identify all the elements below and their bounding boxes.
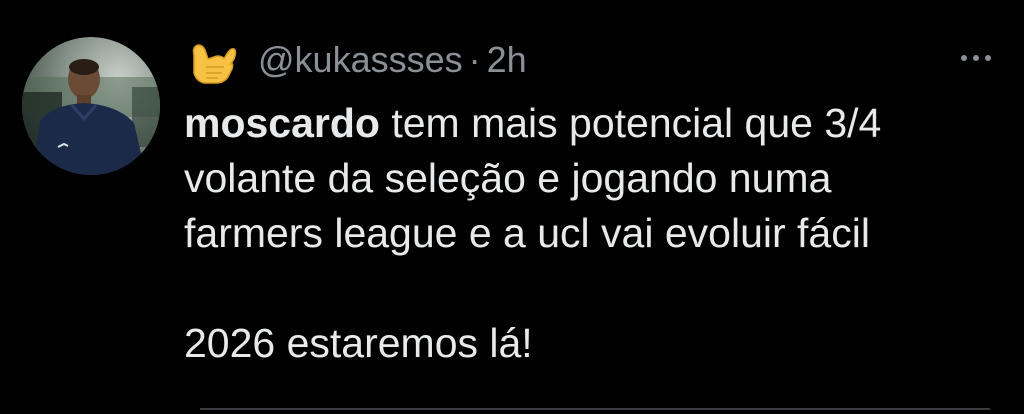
tweet-line-3: farmers league e a ucl vai evoluir fácil bbox=[184, 210, 870, 256]
mention-text: moscardo bbox=[184, 100, 380, 146]
author-handle[interactable]: @kukassses bbox=[258, 30, 463, 90]
tweet-header: @kukassses · 2h bbox=[184, 30, 527, 90]
header-separator: · bbox=[468, 39, 481, 80]
timestamp[interactable]: 2h bbox=[487, 30, 527, 90]
call-me-hand-icon bbox=[184, 33, 238, 87]
tweet-text: moscardo tem mais potencial que 3/4 vola… bbox=[184, 96, 1004, 371]
avatar-image bbox=[22, 37, 160, 175]
tweet-line-2: volante da seleção e jogando numa bbox=[184, 155, 832, 201]
tweet-line-1-rest: tem mais potencial que 3/4 bbox=[379, 100, 882, 146]
more-options-icon[interactable] bbox=[956, 46, 996, 70]
tweet-line-4: 2026 estaremos lá! bbox=[184, 320, 533, 366]
divider bbox=[200, 408, 990, 410]
tweet[interactable]: @kukassses · 2h moscardo tem mais potenc… bbox=[0, 0, 1024, 414]
avatar[interactable] bbox=[22, 37, 160, 175]
tweet-line-1: moscardo tem mais potencial que 3/4 bbox=[184, 96, 1004, 151]
